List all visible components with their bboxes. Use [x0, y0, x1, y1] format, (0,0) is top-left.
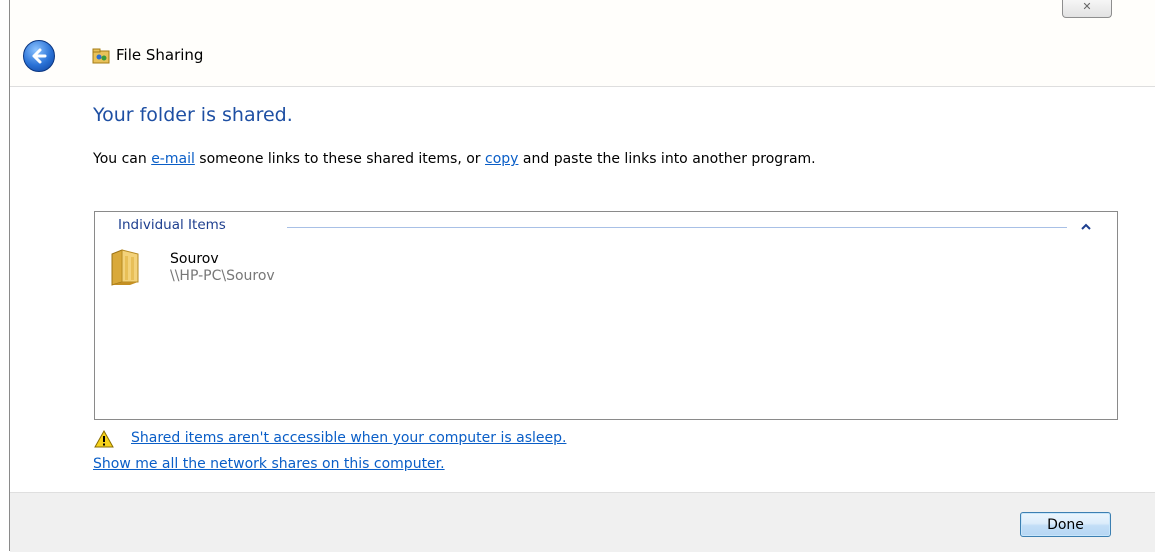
- chevron-up-icon[interactable]: [1079, 220, 1093, 234]
- file-sharing-window: ✕ File Sharing Your folder is shared. Yo…: [0, 0, 1155, 552]
- page-heading: Your folder is shared.: [93, 104, 293, 126]
- dialog-footer: Done: [10, 492, 1155, 552]
- back-arrow-icon: [32, 48, 47, 64]
- done-button[interactable]: Done: [1020, 512, 1111, 537]
- copy-link[interactable]: copy: [485, 151, 518, 167]
- instructions-suffix: and paste the links into another program…: [518, 151, 816, 167]
- instructions-prefix: You can: [93, 151, 152, 167]
- item-name: Sourov: [170, 251, 219, 267]
- group-header-divider: [287, 227, 1067, 228]
- main-content: Your folder is shared. You can e-mail so…: [10, 86, 1155, 492]
- folder-icon: [111, 249, 139, 286]
- instructions-middle: someone links to these shared items, or: [194, 151, 486, 167]
- item-path: \\HP-PC\Sourov: [170, 268, 275, 284]
- instructions-text: You can e-mail someone links to these sh…: [93, 151, 816, 167]
- back-button[interactable]: [23, 40, 55, 72]
- window-left-frame: [0, 0, 10, 551]
- close-button[interactable]: ✕: [1062, 0, 1112, 18]
- email-link[interactable]: e-mail: [151, 151, 195, 167]
- group-header-individual-items[interactable]: Individual Items: [118, 217, 226, 233]
- sleep-warning-link[interactable]: Shared items aren't accessible when your…: [131, 430, 566, 446]
- close-icon: ✕: [1082, 0, 1092, 13]
- warning-icon: [94, 430, 114, 448]
- shared-items-list[interactable]: Individual Items Sourov \\HP-PC\Sourov: [94, 211, 1118, 420]
- file-sharing-icon: [92, 48, 110, 64]
- window-title: File Sharing: [116, 46, 204, 64]
- network-shares-link[interactable]: Show me all the network shares on this c…: [93, 456, 445, 472]
